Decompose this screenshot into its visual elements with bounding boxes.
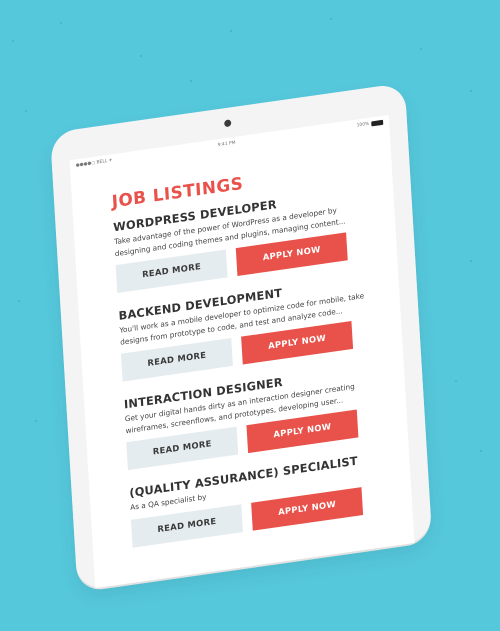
- job-item-backend-development: BACKEND DEVELOPMENT You'll work as a mob…: [118, 273, 378, 382]
- speck: [35, 420, 37, 422]
- status-battery: 100%: [356, 119, 384, 129]
- speck: [18, 300, 20, 302]
- camera-icon: [224, 119, 232, 128]
- speck: [12, 40, 14, 42]
- tablet-screen: ●●●●○ BELL ✈ 9:41 PM 100% JOB LISTINGS W…: [69, 114, 415, 589]
- tablet-frame: ●●●●○ BELL ✈ 9:41 PM 100% JOB LISTINGS W…: [50, 82, 433, 591]
- speck: [60, 22, 62, 24]
- speck: [330, 18, 332, 20]
- job-listings: JOB LISTINGS WORDPRESS DEVELOPER Take ad…: [111, 156, 389, 563]
- status-carrier: ●●●●○ BELL ✈: [75, 158, 113, 169]
- speck: [25, 110, 27, 112]
- speck: [190, 80, 192, 82]
- speck: [230, 30, 232, 32]
- battery-percent: 100%: [356, 121, 370, 129]
- tablet-device: ●●●●○ BELL ✈ 9:41 PM 100% JOB LISTINGS W…: [50, 63, 500, 631]
- status-time: 9:41 PM: [217, 140, 236, 149]
- speck: [140, 55, 142, 57]
- battery-icon: [371, 119, 384, 127]
- job-item-interaction-designer: INTERACTION DESIGNER Get your digital ha…: [124, 361, 384, 471]
- speck: [420, 48, 422, 50]
